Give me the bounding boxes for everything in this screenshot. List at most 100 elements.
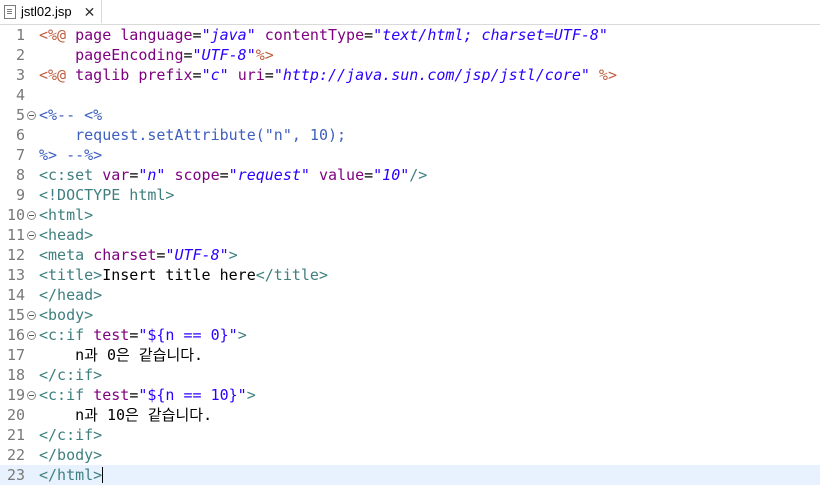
code-text: <body> — [39, 305, 93, 325]
code-line[interactable]: 15 <body> — [0, 305, 820, 325]
line-gutter: 5 — [0, 105, 38, 125]
code-line[interactable]: 7 %> --%> — [0, 145, 820, 165]
line-number: 22 — [6, 446, 25, 464]
code-token: <%@ — [39, 26, 67, 44]
code-line[interactable]: 6 request.setAttribute("n", 10); — [0, 125, 820, 145]
line-gutter: 16 — [0, 325, 38, 345]
code-token: scope — [174, 166, 220, 184]
code-text: n과 0은 같습니다. — [39, 345, 203, 365]
code-token: "${n == 0}" — [138, 326, 238, 344]
code-line[interactable]: 5 <%-- <% — [0, 105, 820, 125]
code-token: <c:if — [39, 386, 85, 404]
code-token: page — [75, 26, 112, 44]
code-token: value — [318, 166, 365, 184]
code-token: language — [120, 26, 193, 44]
code-line[interactable]: 10 <html> — [0, 205, 820, 225]
code-token: prefix — [138, 66, 193, 84]
code-editor[interactable]: 1 <%@ page language="java" contentType="t… — [0, 25, 820, 485]
code-text: <meta charset="UTF-8"> — [39, 245, 238, 265]
code-line[interactable]: 9 <!DOCTYPE html> — [0, 185, 820, 205]
code-line[interactable]: 20 n과 10은 같습니다. — [0, 405, 820, 425]
line-gutter: 15 — [0, 305, 38, 325]
code-line[interactable]: 21 </c:if> — [0, 425, 820, 445]
code-token: "c" — [201, 66, 229, 84]
code-line[interactable]: 12 <meta charset="UTF-8"> — [0, 245, 820, 265]
code-text: <!DOCTYPE html> — [39, 185, 174, 205]
editor-tab-jstl02[interactable]: jstl02.jsp ✕ — [0, 0, 103, 23]
code-token: = — [364, 26, 374, 44]
code-token: test — [93, 386, 130, 404]
file-icon — [4, 4, 16, 19]
code-line[interactable]: 11 <head> — [0, 225, 820, 245]
code-line[interactable]: 8 <c:set var="n" scope="request" value="1… — [0, 165, 820, 185]
code-text: pageEncoding="UTF-8"%> — [39, 45, 274, 65]
close-icon[interactable]: ✕ — [84, 5, 96, 19]
code-token: <meta — [39, 246, 85, 264]
code-line[interactable]: 22 </body> — [0, 445, 820, 465]
code-line[interactable]: 2 pageEncoding="UTF-8"%> — [0, 45, 820, 65]
line-gutter: 10 — [0, 205, 38, 225]
code-token: <c:if — [39, 326, 85, 344]
code-line[interactable]: 16 <c:if test="${n == 0}"> — [0, 325, 820, 345]
line-gutter: 12 — [0, 245, 38, 265]
code-line[interactable]: 14 </head> — [0, 285, 820, 305]
code-token: "UTF-8" — [192, 46, 256, 64]
line-gutter: 22 — [0, 445, 38, 465]
line-number: 5 — [15, 106, 25, 124]
code-token: </c:if> — [39, 366, 103, 384]
text-caret — [102, 467, 104, 483]
fold-toggle-icon[interactable] — [27, 111, 36, 120]
line-number: 17 — [6, 346, 25, 364]
code-token: contentType — [264, 26, 365, 44]
code-text: n과 10은 같습니다. — [39, 405, 212, 425]
code-text: </c:if> — [39, 365, 102, 385]
code-token: </title> — [255, 266, 328, 284]
code-token: = — [192, 66, 202, 84]
code-line[interactable]: 1 <%@ page language="java" contentType="t… — [0, 25, 820, 45]
code-token: = — [183, 46, 193, 64]
fold-toggle-icon[interactable] — [27, 331, 36, 340]
line-gutter: 19 — [0, 385, 38, 405]
fold-toggle-icon[interactable] — [27, 231, 36, 240]
code-text: <%@ page language="java" contentType="te… — [39, 25, 608, 45]
code-token: = — [264, 66, 274, 84]
line-gutter: 18 — [0, 365, 38, 385]
editor-tab-bar: jstl02.jsp ✕ — [0, 0, 820, 25]
code-token: "n" — [138, 166, 166, 184]
line-number: 13 — [6, 266, 25, 284]
code-line[interactable]: 23 </html> — [0, 465, 820, 485]
code-token: "text/html; charset=UTF-8" — [373, 26, 608, 44]
code-line[interactable]: 19 <c:if test="${n == 10}"> — [0, 385, 820, 405]
line-number: 1 — [15, 26, 25, 44]
fold-toggle-icon[interactable] — [27, 391, 36, 400]
line-number: 20 — [6, 406, 25, 424]
code-token: <c:set — [39, 166, 94, 184]
code-line[interactable]: 17 n과 0은 같습니다. — [0, 345, 820, 365]
code-token: = — [219, 166, 229, 184]
code-token: taglib — [75, 66, 130, 84]
code-text: <%@ taglib prefix="c" uri="http://java.s… — [39, 65, 617, 85]
line-number: 21 — [6, 426, 25, 444]
code-line[interactable]: 4 — [0, 85, 820, 105]
code-token: test — [93, 326, 130, 344]
fold-toggle-icon[interactable] — [27, 211, 36, 220]
code-text: <title>Insert title here</title> — [39, 265, 328, 285]
code-text: <%-- <% — [39, 105, 102, 125]
line-number: 15 — [6, 306, 25, 324]
code-token: var — [102, 166, 130, 184]
code-line[interactable]: 13 <title>Insert title here</title> — [0, 265, 820, 285]
code-text: request.setAttribute("n", 10); — [39, 125, 346, 145]
code-token: <title> — [39, 266, 103, 284]
code-token: %> — [598, 66, 617, 84]
code-line[interactable]: 18 </c:if> — [0, 365, 820, 385]
code-token: "request" — [228, 166, 310, 184]
fold-toggle-icon[interactable] — [27, 311, 36, 320]
code-line[interactable]: 3 <%@ taglib prefix="c" uri="http://java.… — [0, 65, 820, 85]
